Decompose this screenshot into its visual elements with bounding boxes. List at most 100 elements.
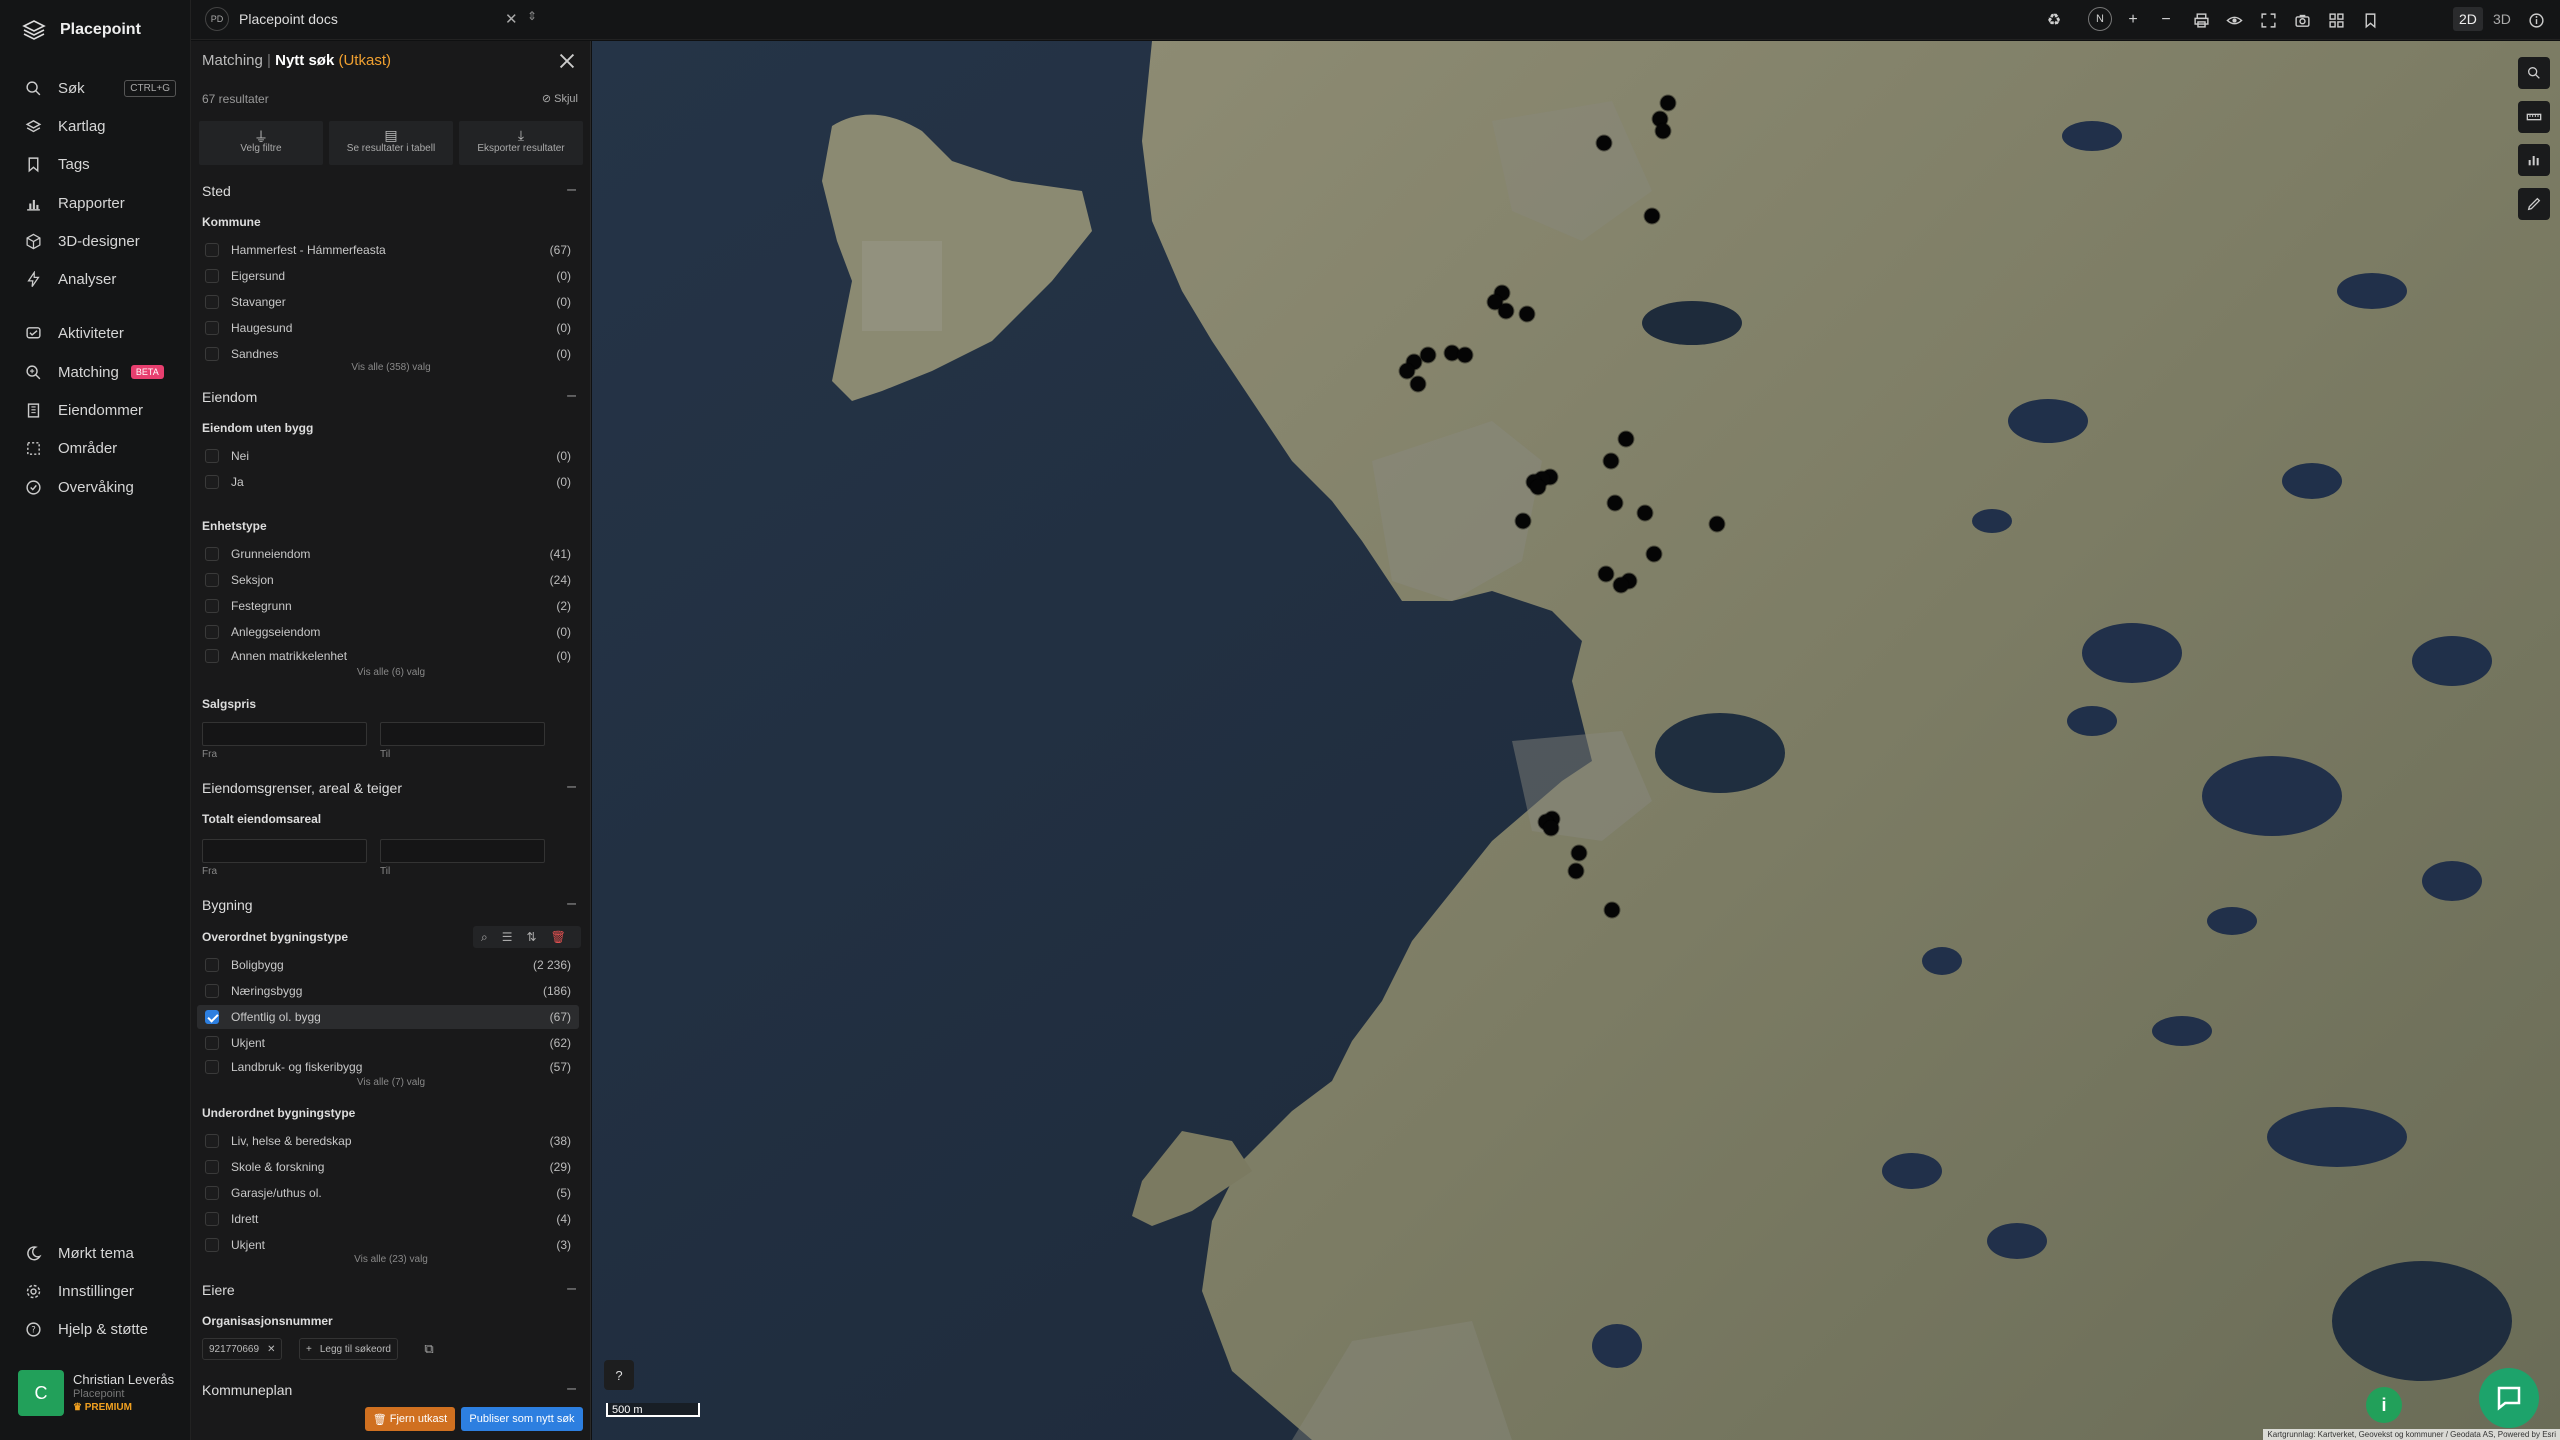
nav-item-analyser[interactable]: Analyser [0,261,190,297]
brand[interactable]: Placepoint [22,18,141,42]
checkbox[interactable] [205,243,219,257]
print-icon[interactable] [2191,10,2211,30]
section-title[interactable]: Sted [202,183,231,199]
clear-workspace-icon[interactable]: ✕ [505,10,518,28]
nav-item-3d-designer[interactable]: 3D-designer [0,223,190,259]
result-marker[interactable] [1655,123,1671,139]
checkbox[interactable] [205,547,219,561]
nav-item-settings[interactable]: Innstillinger [0,1273,190,1309]
result-marker[interactable] [1637,505,1653,521]
checkbox[interactable] [205,1186,219,1200]
show-all-link[interactable]: Vis alle (6) valg [191,667,590,678]
filter-option-selected[interactable]: Offentlig ol. bygg (67) [197,1005,579,1029]
checkbox[interactable] [205,599,219,613]
filter-option[interactable]: Hammerfest - Hámmerfeasta (67) [197,238,579,262]
filter-option[interactable]: Festegrunn (2) [197,594,579,618]
fullscreen-icon[interactable] [2258,10,2278,30]
map-help-button[interactable]: ? [604,1360,634,1390]
result-marker[interactable] [1646,546,1662,562]
result-marker[interactable] [1543,820,1559,836]
nav-item-rapporter[interactable]: Rapporter [0,185,190,221]
info-icon[interactable] [2526,10,2546,30]
view-2d-button[interactable]: 2D [2453,7,2483,31]
filter-option[interactable]: Liv, helse & beredskap (38) [197,1129,579,1153]
info-button[interactable]: i [2366,1387,2402,1423]
result-marker[interactable] [1603,453,1619,469]
result-marker[interactable] [1410,376,1426,392]
nav-item-help[interactable]: ? Hjelp & støtte [0,1311,190,1347]
section-title[interactable]: Bygning [202,897,253,913]
checkbox[interactable] [205,347,219,361]
chat-button[interactable] [2479,1368,2539,1428]
nav-item-omrader[interactable]: Områder [0,430,190,466]
filter-option[interactable]: Garasje/uthus ol. (5) [197,1181,579,1205]
result-marker[interactable] [1498,303,1514,319]
nav-item-kartlag[interactable]: Kartlag [0,108,190,144]
checkbox[interactable] [205,449,219,463]
show-all-link[interactable]: Vis alle (7) valg [191,1077,590,1088]
zoom-in-icon[interactable]: + [2123,10,2143,30]
sort-icon[interactable]: ⇅ [527,930,537,944]
filter-option[interactable]: Anleggseiendom (0) [197,620,579,644]
area-to-input[interactable] [380,839,545,863]
nav-item-aktiviteter[interactable]: Aktiviteter [0,315,190,351]
result-marker[interactable] [1598,566,1614,582]
measure-icon[interactable] [2518,101,2550,133]
checkbox[interactable] [205,573,219,587]
result-marker[interactable] [1530,479,1546,495]
filter-option[interactable]: Boligbygg (2 236) [197,953,579,977]
checkbox[interactable] [205,1212,219,1226]
breadcrumb-root[interactable]: Matching [202,52,263,69]
compass-icon[interactable]: N [2088,7,2112,31]
list-icon[interactable]: ☰ [502,930,513,944]
collapse-icon[interactable]: – [567,1280,576,1298]
result-marker[interactable] [1568,863,1584,879]
result-marker[interactable] [1604,902,1620,918]
checkbox[interactable] [205,1060,219,1074]
view-3d-button[interactable]: 3D [2487,7,2517,31]
workspace-selector[interactable]: PD Placepoint docs ✕ ⇕ [205,7,537,31]
result-marker[interactable] [1515,513,1531,529]
filter-option[interactable]: Idrett (4) [197,1207,579,1231]
collapse-icon[interactable]: – [567,895,576,913]
nav-item-matching[interactable]: Matching BETA [0,354,190,390]
checkbox[interactable] [205,1036,219,1050]
result-marker[interactable] [1519,306,1535,322]
chevron-updown-icon[interactable]: ⇕ [527,9,537,23]
checkbox[interactable] [205,295,219,309]
recycle-icon[interactable]: ♻ [2044,10,2064,30]
checkbox[interactable] [205,475,219,489]
nav-item-search[interactable]: Søk CTRL+G [0,70,190,106]
checkbox[interactable] [205,269,219,283]
bookmark-icon[interactable] [2360,10,2380,30]
filter-option[interactable]: Haugesund (0) [197,316,579,340]
nav-item-tags[interactable]: Tags [0,146,190,182]
section-title[interactable]: Eiere [202,1282,235,1298]
view-table-button[interactable]: ▤ Se resultater i tabell [329,121,453,165]
filter-option[interactable]: Ukjent (62) [197,1031,579,1055]
section-title[interactable]: Eiendomsgrenser, areal & teiger [202,780,402,796]
checkbox[interactable] [205,1238,219,1252]
choose-filters-button[interactable]: ⏚ Velg filtre [199,121,323,165]
grid-icon[interactable] [2326,10,2346,30]
checkbox[interactable] [205,321,219,335]
show-all-link[interactable]: Vis alle (23) valg [191,1254,590,1265]
result-marker[interactable] [1607,495,1623,511]
filter-option[interactable]: Stavanger (0) [197,290,579,314]
show-all-link[interactable]: Vis alle (358) valg [191,362,590,373]
search-icon[interactable]: ⌕ [481,930,488,945]
filter-option[interactable]: Næringsbygg (186) [197,979,579,1003]
map-search-area-icon[interactable] [2518,57,2550,89]
filter-option[interactable]: Skole & forskning (29) [197,1155,579,1179]
area-from-input[interactable] [202,839,367,863]
nav-item-overvaking[interactable]: Overvåking [0,469,190,505]
collapse-icon[interactable]: – [567,1380,576,1398]
collapse-icon[interactable]: – [567,181,576,199]
filter-option[interactable]: Eigersund (0) [197,264,579,288]
filter-option[interactable]: Nei (0) [197,444,579,468]
result-marker[interactable] [1457,347,1473,363]
hide-button[interactable]: ⊘ Skjul [542,92,578,105]
result-marker[interactable] [1660,95,1676,111]
checkbox[interactable] [205,625,219,639]
draw-icon[interactable] [2518,188,2550,220]
